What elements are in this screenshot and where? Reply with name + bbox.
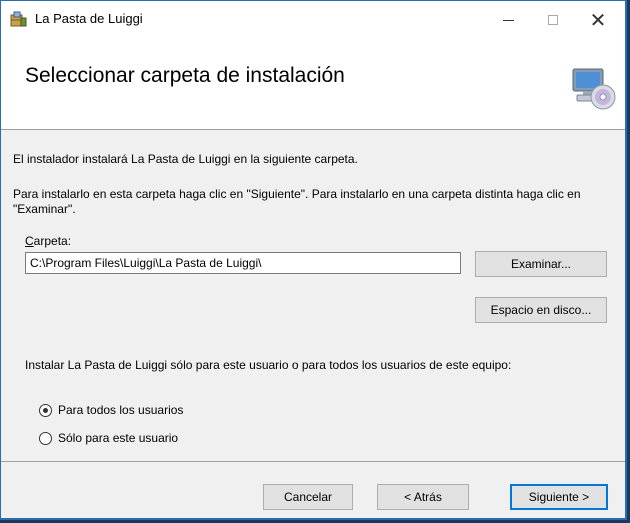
next-button[interactable]: Siguiente > xyxy=(510,484,608,510)
cancel-button[interactable]: Cancelar xyxy=(263,484,353,510)
radio-all-users-label: Para todos los usuarios xyxy=(58,403,184,417)
radio-current-user-label: Sólo para este usuario xyxy=(58,431,179,445)
radio-current-user[interactable]: Sólo para este usuario xyxy=(39,431,178,445)
radio-all-users-indicator[interactable] xyxy=(39,403,52,417)
instructions-text: Para instalarlo en esta carpeta haga cli… xyxy=(13,187,581,216)
folder-label-rest: arpeta: xyxy=(33,234,72,248)
radio-all-users[interactable]: Para todos los usuarios xyxy=(39,403,183,417)
radio-current-user-indicator[interactable] xyxy=(39,431,52,445)
disk-cost-button[interactable]: Espacio en disco... xyxy=(475,297,607,323)
footer-divider xyxy=(1,461,625,462)
computer-cd-icon xyxy=(572,68,616,110)
browse-button[interactable]: Examinar... xyxy=(475,251,607,277)
install-scope-text: Instalar La Pasta de Luiggi sólo para es… xyxy=(25,358,512,372)
window-title: La Pasta de Luiggi xyxy=(35,11,143,26)
title-bar[interactable]: La Pasta de Luiggi ✕ xyxy=(1,1,625,39)
maximize-icon xyxy=(548,15,558,25)
folder-path-input[interactable]: C:\Program Files\Luiggi\La Pasta de Luig… xyxy=(25,252,461,274)
close-button[interactable]: ✕ xyxy=(576,1,620,39)
folder-label: Carpeta: xyxy=(25,234,71,248)
content-area: El instalador instalará La Pasta de Luig… xyxy=(1,130,625,460)
folder-label-accelerator: C xyxy=(25,234,34,248)
maximize-button[interactable] xyxy=(531,1,575,39)
page-title: Seleccionar carpeta de instalación xyxy=(25,64,345,87)
minimize-button[interactable] xyxy=(486,1,530,39)
intro-text: El instalador instalará La Pasta de Luig… xyxy=(13,152,358,166)
back-button[interactable]: < Atrás xyxy=(377,484,469,510)
installer-app-icon xyxy=(10,11,27,27)
minimize-icon xyxy=(502,19,514,21)
installer-window: La Pasta de Luiggi ✕ Seleccionar carpeta… xyxy=(0,0,627,520)
close-icon: ✕ xyxy=(589,9,607,32)
header-banner: Seleccionar carpeta de instalación xyxy=(1,39,625,130)
